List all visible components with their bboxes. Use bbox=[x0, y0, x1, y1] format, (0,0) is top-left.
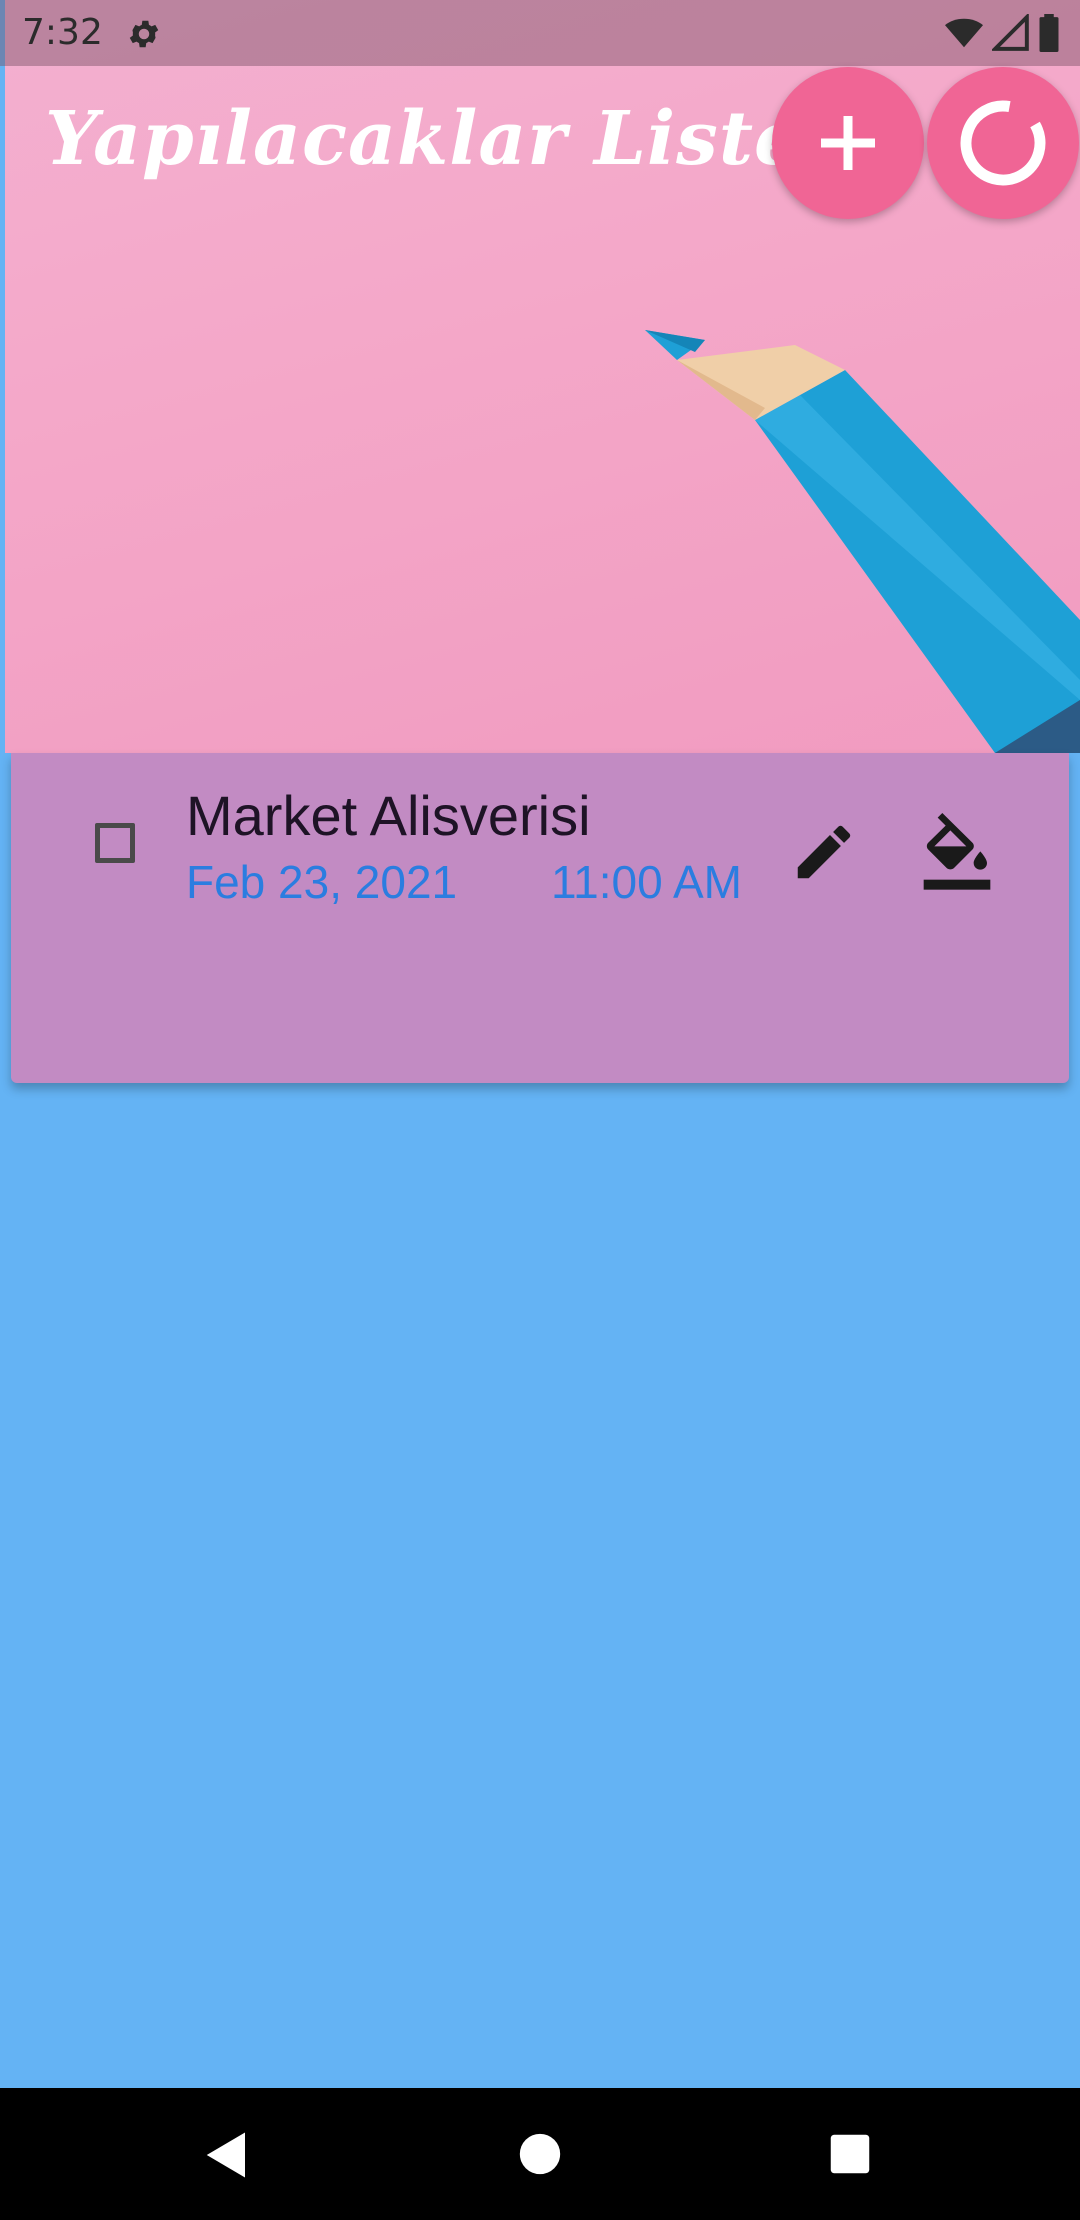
paint-bucket-icon[interactable] bbox=[917, 813, 997, 893]
status-time: 7:32 bbox=[22, 12, 103, 53]
task-title: Market Alisverisi bbox=[186, 784, 591, 847]
battery-icon bbox=[1039, 14, 1059, 52]
navigation-bar bbox=[0, 2088, 1080, 2220]
task-time: 11:00 AM bbox=[551, 856, 742, 908]
task-checkbox[interactable] bbox=[95, 823, 135, 863]
home-icon[interactable] bbox=[518, 2132, 562, 2176]
task-card[interactable]: Market Alisverisi Feb 23, 2021 11:00 AM bbox=[11, 753, 1069, 1083]
signal-icon bbox=[992, 14, 1029, 51]
screen: 7:32 Yapılacaklar Listesi Market Alisver… bbox=[0, 0, 1080, 2220]
add-task-button[interactable] bbox=[772, 67, 924, 219]
gear-icon bbox=[129, 20, 159, 48]
task-date: Feb 23, 2021 bbox=[186, 856, 458, 908]
edit-icon[interactable] bbox=[789, 817, 859, 887]
refresh-icon bbox=[960, 100, 1046, 186]
status-bar: 7:32 bbox=[0, 0, 1080, 66]
page-title: Yapılacaklar Listesi bbox=[45, 96, 874, 182]
plus-icon bbox=[821, 116, 875, 170]
status-icons bbox=[944, 14, 1060, 52]
refresh-button[interactable] bbox=[927, 67, 1079, 219]
recents-icon[interactable] bbox=[829, 2133, 871, 2175]
wifi-icon bbox=[945, 18, 983, 48]
back-icon[interactable] bbox=[200, 2128, 254, 2182]
